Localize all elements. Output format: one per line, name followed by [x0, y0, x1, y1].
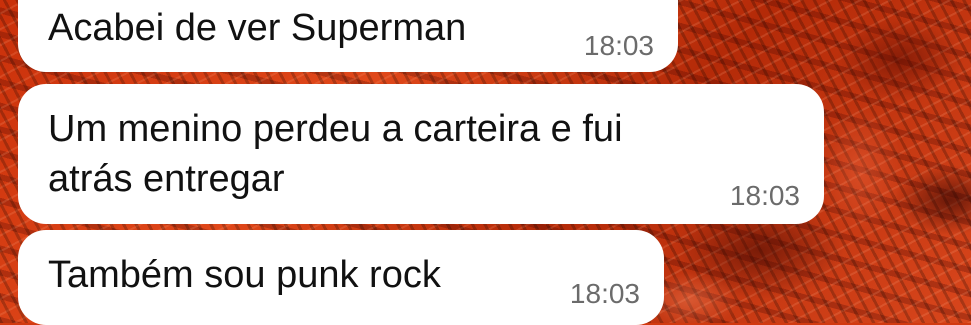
message-timestamp: 18:03 [729, 180, 800, 211]
message-bubble[interactable]: Um menino perdeu a carteira e fui atrás … [18, 84, 824, 224]
message-text: Acabei de ver Superman [48, 7, 467, 49]
message-bubble[interactable]: Também sou punk rock 18:03 [18, 230, 664, 325]
message-text-line: atrás entregar [48, 158, 285, 200]
message-timestamp: 18:03 [569, 278, 640, 309]
message-bubble[interactable]: Acabei de ver Superman 18:03 [18, 0, 678, 72]
message-timestamp: 18:03 [583, 30, 654, 61]
message-text: Um menino perdeu a carteira e fui atrás … [48, 104, 768, 204]
message-text: Também sou punk rock [48, 254, 441, 296]
message-text-line: Um menino perdeu a carteira e fui [48, 108, 623, 150]
